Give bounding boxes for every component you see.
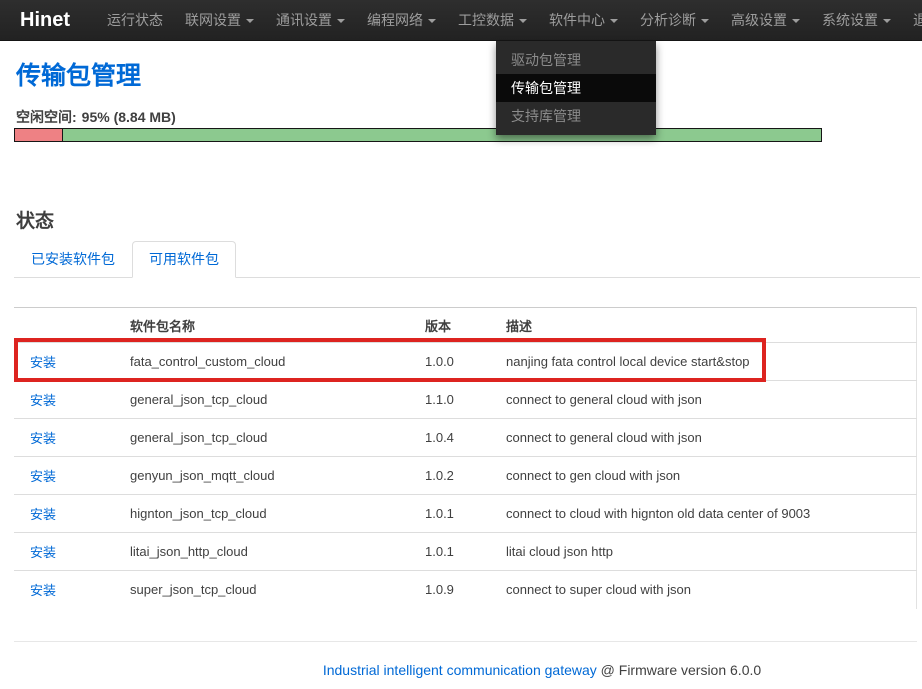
table-row: 安装 fata_control_custom_cloud 1.0.0 nanji…	[14, 343, 917, 381]
nav-item-programming-network[interactable]: 编程网络	[356, 0, 447, 40]
status-section-title: 状态	[16, 211, 922, 233]
package-name: general_json_tcp_cloud	[114, 419, 409, 457]
package-description: litai cloud json http	[490, 533, 917, 571]
caret-down-icon	[883, 19, 891, 23]
install-button[interactable]: 安装	[30, 545, 56, 560]
install-button[interactable]: 安装	[30, 469, 56, 484]
nav-item-label: 通讯设置	[276, 10, 332, 30]
package-version: 1.0.1	[409, 495, 490, 533]
menu-item-transfer-package-mgmt[interactable]: 传输包管理	[496, 74, 656, 102]
table-row: 安装 litai_json_http_cloud 1.0.1 litai clo…	[14, 533, 917, 571]
available-packages-panel: 软件包名称 版本 描述 安装 fata_control_custom_cloud…	[14, 307, 917, 642]
nav-menu: 运行状态 联网设置 通讯设置 编程网络 工控数据 软件中心 分析诊断 高级设置 …	[96, 0, 922, 40]
nav-item-analysis-diagnosis[interactable]: 分析诊断	[629, 0, 720, 40]
install-button[interactable]: 安装	[30, 431, 56, 446]
column-header-name: 软件包名称	[114, 308, 409, 343]
table-header-row: 软件包名称 版本 描述	[14, 308, 917, 343]
package-name: super_json_tcp_cloud	[114, 571, 409, 609]
nav-item-software-center[interactable]: 软件中心	[538, 0, 629, 40]
package-version: 1.0.0	[409, 343, 490, 381]
nav-item-industrial-data[interactable]: 工控数据	[447, 0, 538, 40]
nav-item-advanced-settings[interactable]: 高级设置	[720, 0, 811, 40]
package-description: connect to general cloud with json	[490, 381, 917, 419]
table-row: 安装 general_json_tcp_cloud 1.1.0 connect …	[14, 381, 917, 419]
column-header-version: 版本	[409, 308, 490, 343]
caret-down-icon	[246, 19, 254, 23]
table-row: 安装 hignton_json_tcp_cloud 1.0.1 connect …	[14, 495, 917, 533]
table-row: 安装 super_json_tcp_cloud 1.0.9 connect to…	[14, 571, 917, 609]
nav-item-logout[interactable]: 退出	[902, 0, 922, 40]
caret-down-icon	[610, 19, 618, 23]
package-version: 1.0.4	[409, 419, 490, 457]
free-space-progressbar	[14, 128, 822, 142]
caret-down-icon	[337, 19, 345, 23]
nav-item-label: 联网设置	[185, 10, 241, 30]
caret-down-icon	[428, 19, 436, 23]
nav-item-label: 运行状态	[107, 10, 163, 30]
free-space-value: 95% (8.84 MB)	[82, 109, 176, 125]
nav-item-label: 高级设置	[731, 10, 787, 30]
page-title: 传输包管理	[16, 62, 922, 91]
progressbar-free-segment	[63, 129, 821, 141]
firmware-version-text: @ Firmware version 6.0.0	[597, 662, 761, 678]
column-header-description: 描述	[490, 308, 917, 343]
package-name: litai_json_http_cloud	[114, 533, 409, 571]
install-button[interactable]: 安装	[30, 355, 56, 370]
software-center-dropdown: 驱动包管理 传输包管理 支持库管理	[496, 41, 656, 135]
package-name: fata_control_custom_cloud	[114, 343, 409, 381]
install-button[interactable]: 安装	[30, 583, 56, 598]
package-description: connect to gen cloud with json	[490, 457, 917, 495]
page-footer: Industrial intelligent communication gat…	[14, 662, 922, 678]
table-row: 安装 genyun_json_mqtt_cloud 1.0.2 connect …	[14, 457, 917, 495]
package-name: genyun_json_mqtt_cloud	[114, 457, 409, 495]
package-version: 1.1.0	[409, 381, 490, 419]
package-name: general_json_tcp_cloud	[114, 381, 409, 419]
menu-item-driver-package-mgmt[interactable]: 驱动包管理	[496, 46, 656, 74]
package-tabs: 已安装软件包 可用软件包	[14, 242, 920, 278]
free-space-label: 空闲空间:	[16, 109, 77, 125]
nav-item-label: 编程网络	[367, 10, 423, 30]
progressbar-used-segment	[15, 129, 63, 141]
install-button[interactable]: 安装	[30, 393, 56, 408]
packages-table: 软件包名称 版本 描述 安装 fata_control_custom_cloud…	[14, 307, 917, 609]
package-version: 1.0.9	[409, 571, 490, 609]
brand-logo[interactable]: Hinet	[0, 0, 78, 40]
nav-item-label: 系统设置	[822, 10, 878, 30]
caret-down-icon	[792, 19, 800, 23]
package-description: connect to super cloud with json	[490, 571, 917, 609]
tab-available-packages[interactable]: 可用软件包	[132, 241, 236, 278]
package-version: 1.0.2	[409, 457, 490, 495]
tab-installed-packages[interactable]: 已安装软件包	[14, 241, 132, 277]
column-header-action	[14, 308, 114, 343]
free-space-status: 空闲空间: 95% (8.84 MB)	[16, 109, 922, 126]
nav-item-label: 分析诊断	[640, 10, 696, 30]
top-navbar: Hinet 运行状态 联网设置 通讯设置 编程网络 工控数据 软件中心 分析诊断…	[0, 0, 922, 41]
nav-item-label: 退出	[913, 10, 922, 30]
caret-down-icon	[519, 19, 527, 23]
gateway-footer-link[interactable]: Industrial intelligent communication gat…	[323, 662, 597, 678]
package-description: connect to general cloud with json	[490, 419, 917, 457]
main-content: 传输包管理 空闲空间: 95% (8.84 MB) 状态 已安装软件包 可用软件包…	[0, 62, 922, 678]
nav-item-label: 软件中心	[549, 10, 605, 30]
package-description: nanjing fata control local device start&…	[490, 343, 917, 381]
nav-item-system-settings[interactable]: 系统设置	[811, 0, 902, 40]
nav-item-label: 工控数据	[458, 10, 514, 30]
nav-item-comm-settings[interactable]: 通讯设置	[265, 0, 356, 40]
nav-item-running-status[interactable]: 运行状态	[96, 0, 174, 40]
caret-down-icon	[701, 19, 709, 23]
install-button[interactable]: 安装	[30, 507, 56, 522]
menu-item-support-library-mgmt[interactable]: 支持库管理	[496, 102, 656, 130]
package-version: 1.0.1	[409, 533, 490, 571]
package-description: connect to cloud with hignton old data c…	[490, 495, 917, 533]
package-name: hignton_json_tcp_cloud	[114, 495, 409, 533]
nav-item-network-settings[interactable]: 联网设置	[174, 0, 265, 40]
table-row: 安装 general_json_tcp_cloud 1.0.4 connect …	[14, 419, 917, 457]
